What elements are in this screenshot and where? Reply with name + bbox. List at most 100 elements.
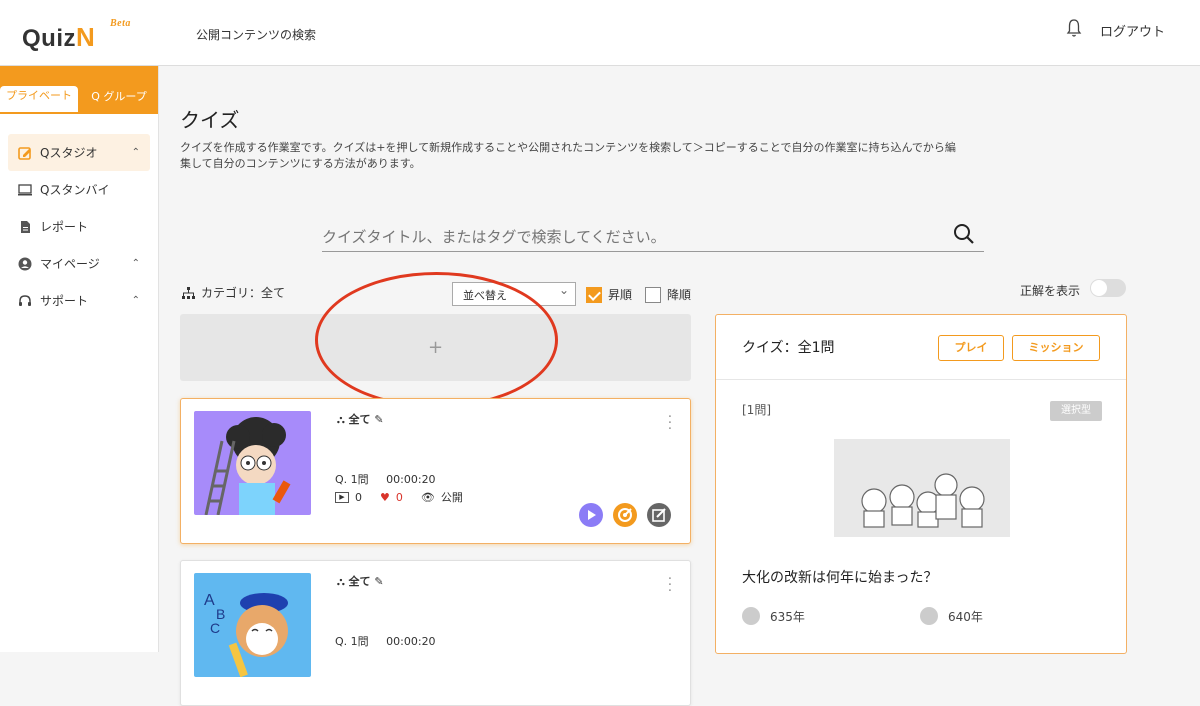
question-number: [1問]	[742, 403, 771, 417]
chevron-up-icon: ⌃	[131, 258, 140, 269]
sidebar-nav: Qスタジオ ⌃ Qスタンバイ レポート マイページ ⌃ サポート ⌃	[0, 134, 158, 319]
quiz-thumbnail	[194, 411, 311, 515]
sidebar-item-qstudio[interactable]: Qスタジオ ⌃	[8, 134, 150, 171]
option-label: 635年	[770, 609, 805, 624]
play-count-icon: ▶	[335, 491, 349, 503]
public-search-link[interactable]: 公開コンテンツの検索	[196, 26, 316, 43]
like-count: 0	[395, 490, 403, 504]
sidebar: プライベート Q グループ Qスタジオ ⌃ Qスタンバイ レポート マイページ …	[0, 66, 159, 652]
mission-button[interactable]	[613, 503, 637, 527]
eye-icon: 👁	[420, 490, 435, 504]
search-input[interactable]	[322, 218, 942, 246]
visibility-label: 公開	[440, 491, 463, 504]
category-label: カテゴリ：全て	[201, 286, 286, 300]
quiz-preview-panel: クイズ：全1問 プレイ ミッション [1問] 選択型 大化の改新は何年に始まった…	[715, 314, 1127, 654]
card-category: ⛬ 全て ✎	[337, 411, 384, 427]
svg-text:C: C	[210, 620, 220, 636]
edit-button[interactable]	[647, 503, 671, 527]
sidebar-item-mypage[interactable]: マイページ ⌃	[8, 245, 150, 282]
pencil-icon[interactable]: ✎	[374, 413, 383, 426]
duration: 00:00:20	[386, 635, 436, 648]
sidebar-item-qstandby[interactable]: Qスタンバイ	[8, 171, 150, 208]
play-count: 0	[355, 490, 362, 504]
panel-title: クイズ：全1問	[742, 340, 835, 356]
logo-text: Quiz	[22, 25, 76, 52]
document-icon	[21, 220, 30, 233]
bell-icon[interactable]	[1066, 18, 1082, 38]
sidebar-item-label: Qスタンバイ	[40, 183, 110, 197]
card-meta: Q. 1問 00:00:20	[335, 633, 436, 649]
heart-icon: ♥	[380, 490, 390, 504]
play-icon	[588, 510, 596, 520]
question-count: Q. 1問	[335, 473, 369, 486]
answer-option[interactable]: 640年	[920, 607, 983, 625]
more-vertical-icon[interactable]: · · ·	[668, 573, 672, 598]
mission-button[interactable]: ミッション	[1012, 335, 1100, 361]
card-category: ⛬ 全て ✎	[337, 573, 384, 589]
sidebar-item-label: レポート	[40, 220, 89, 234]
option-label: 640年	[948, 609, 983, 624]
question-type-badge: 選択型	[1050, 401, 1102, 421]
radio-icon	[920, 607, 938, 625]
duration: 00:00:20	[386, 473, 436, 486]
edit-icon	[652, 508, 666, 522]
desc-checkbox[interactable]: 降順	[645, 286, 691, 303]
top-bar: QuizN Beta 公開コンテンツの検索 ログアウト	[0, 0, 1200, 66]
sidebar-tabs: プライベート Q グループ	[0, 66, 158, 114]
search-icon[interactable]	[952, 222, 976, 246]
page-title: クイズ	[180, 108, 240, 132]
sidebar-item-label: マイページ	[40, 257, 100, 271]
headset-icon	[19, 294, 31, 306]
logo-n: N	[76, 22, 96, 52]
monitor-icon	[18, 183, 32, 195]
quiz-card[interactable]: ⛬ 全て ✎ · · · Q. 1問 00:00:20 ▶ 0 ♥ 0 👁 公開	[180, 398, 691, 544]
pencil-icon[interactable]: ✎	[374, 575, 383, 588]
hierarchy-icon: ⛬	[337, 413, 345, 426]
hierarchy-icon: ⛬	[337, 575, 345, 588]
chevron-up-icon: ⌃	[131, 147, 140, 158]
panel-header: クイズ：全1問 プレイ ミッション	[716, 315, 1126, 380]
svg-text:A: A	[204, 592, 215, 609]
chevron-up-icon: ⌃	[131, 295, 140, 306]
logout-button[interactable]: ログアウト	[1100, 21, 1165, 40]
show-answer-label: 正解を表示	[1020, 284, 1081, 298]
checkbox-unchecked	[645, 286, 661, 303]
question-image	[834, 439, 1010, 537]
asc-checkbox[interactable]: 昇順	[586, 286, 632, 303]
card-category-label: 全て	[348, 575, 371, 588]
card-category-label: 全て	[348, 413, 371, 426]
add-quiz-button[interactable]: +	[180, 314, 691, 381]
sidebar-item-support[interactable]: サポート ⌃	[8, 282, 150, 319]
show-answer-toggle[interactable]	[1090, 279, 1126, 297]
radio-icon	[742, 607, 760, 625]
target-icon	[618, 508, 632, 522]
search-bar	[322, 218, 984, 252]
tab-private[interactable]: プライベート	[0, 86, 78, 112]
answer-option[interactable]: 635年	[742, 607, 805, 625]
card-stats: ▶ 0 ♥ 0 👁 公開	[335, 489, 463, 505]
desc-label: 降順	[667, 288, 692, 302]
question-count: Q. 1問	[335, 635, 369, 648]
card-meta: Q. 1問 00:00:20	[335, 471, 436, 487]
question-text: 大化の改新は何年に始まった？	[742, 570, 938, 586]
logo-beta: Beta	[110, 18, 131, 29]
more-vertical-icon[interactable]: · · ·	[668, 411, 672, 436]
edit-icon	[18, 146, 31, 160]
play-button[interactable]: プレイ	[938, 335, 1004, 361]
logo[interactable]: QuizN Beta	[22, 18, 130, 53]
asc-label: 昇順	[608, 288, 633, 302]
category-filter[interactable]: カテゴリ：全て	[182, 284, 285, 301]
quiz-card[interactable]: A B C ⛬ 全て ✎ · · · Q. 1問 00:00:20	[180, 560, 691, 706]
hierarchy-icon	[182, 286, 195, 299]
sidebar-item-report[interactable]: レポート	[8, 208, 150, 245]
tab-q-group[interactable]: Q グループ	[82, 88, 156, 114]
main-content: クイズ クイズを作成する作業室です。クイズは+を押して新規作成することや公開され…	[160, 66, 1200, 706]
sort-select[interactable]: 並べ替え	[452, 282, 576, 306]
sidebar-item-label: サポート	[40, 294, 89, 308]
play-button[interactable]	[579, 503, 603, 527]
checkbox-checked	[586, 286, 602, 303]
quiz-thumbnail: A B C	[194, 573, 311, 677]
sidebar-item-label: Qスタジオ	[40, 146, 98, 160]
user-icon	[18, 257, 32, 270]
page-description: クイズを作成する作業室です。クイズは+を押して新規作成することや公開されたコンテ…	[180, 141, 956, 170]
